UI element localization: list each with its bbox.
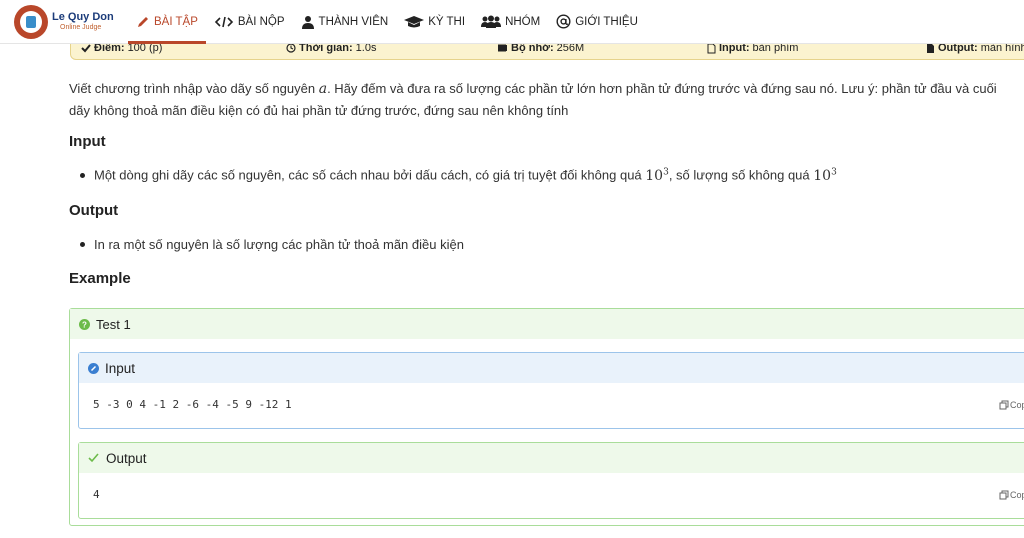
- test-header[interactable]: ? Test 1: [70, 309, 1024, 339]
- at-icon: [556, 14, 571, 29]
- nav-bai-tap[interactable]: BÀI TẬP: [128, 0, 206, 44]
- memory-icon: [498, 44, 507, 52]
- file-filled-icon: [927, 43, 934, 53]
- output-panel: Output ⌵ 4 Copy: [78, 442, 1024, 519]
- nav-nhom[interactable]: NHÓM: [473, 0, 548, 44]
- output-panel-header[interactable]: Output ⌵: [79, 443, 1024, 473]
- top-navbar: Le Quy Don Online Judge BÀI TẬP BÀI NỘP …: [0, 0, 1024, 44]
- output-bullet: In ra một số nguyên là số lượng các phần…: [80, 237, 464, 252]
- logo-title: Le Quy Don: [52, 11, 114, 23]
- input-bullet-text-2: , số lượng số không quá: [668, 167, 814, 183]
- example-heading: Example: [69, 270, 131, 287]
- bullet-dot: [80, 242, 85, 247]
- nav-ky-thi-label: KỲ THI: [428, 15, 466, 28]
- copy-input-label: Copy: [1009, 400, 1024, 410]
- input-panel-title: Input: [105, 360, 136, 376]
- copy-output-button[interactable]: Copy: [999, 490, 1024, 500]
- problem-statement: Viết chương trình nhập vào dãy số nguyên…: [69, 78, 1019, 121]
- pencil-icon: [138, 16, 148, 27]
- nav-ky-thi[interactable]: KỲ THI: [396, 0, 473, 44]
- statement-var: a: [318, 81, 328, 97]
- nav-thanh-vien-label: THÀNH VIÊN: [318, 15, 389, 28]
- input-heading: Input: [69, 133, 106, 150]
- file-icon: [707, 43, 716, 53]
- input-math-1: 103: [645, 167, 669, 184]
- copy-input-button[interactable]: Copy: [999, 400, 1024, 410]
- input-bullet: Một dòng ghi dãy các số nguyên, các số c…: [80, 167, 837, 184]
- svg-text:?: ?: [82, 320, 87, 329]
- copy-output-label: Copy: [1009, 490, 1024, 500]
- nav-bai-nop[interactable]: BÀI NỘP: [206, 0, 293, 44]
- nav-bai-tap-label: BÀI TẬP: [154, 15, 198, 28]
- user-icon: [301, 15, 314, 29]
- check-icon: [88, 453, 99, 463]
- test-panel: ? Test 1 Input ⌵ 5 -3 0 4 -1 2 -6 -4 -5 …: [69, 308, 1024, 526]
- code-icon: [214, 16, 234, 27]
- check-icon: [81, 44, 91, 53]
- clock-icon: [286, 43, 296, 53]
- nav-bai-nop-label: BÀI NỘP: [237, 15, 285, 28]
- logo-subtitle: Online Judge: [60, 24, 102, 31]
- question-circle-icon: ?: [79, 318, 90, 330]
- info-circle-icon: [88, 362, 99, 374]
- logo-emblem-icon: [14, 4, 48, 39]
- input-panel: Input ⌵ 5 -3 0 4 -1 2 -6 -4 -5 9 -12 1 C…: [78, 352, 1024, 429]
- nav-thanh-vien[interactable]: THÀNH VIÊN: [293, 0, 397, 44]
- graduation-cap-icon: [404, 15, 425, 27]
- nav-nhom-label: NHÓM: [505, 15, 541, 28]
- sample-input-value: 5 -3 0 4 -1 2 -6 -4 -5 9 -12 1: [93, 398, 292, 411]
- copy-icon: [999, 490, 1009, 500]
- output-heading: Output: [69, 202, 119, 219]
- site-logo[interactable]: Le Quy Don Online Judge: [0, 4, 128, 39]
- statement-text-1: Viết chương trình nhập vào dãy số nguyên: [69, 81, 319, 96]
- bullet-dot: [80, 172, 85, 178]
- nav-gioi-thieu[interactable]: GIỚI THIỆU: [548, 0, 646, 44]
- test-title: Test 1: [96, 316, 131, 332]
- output-bullet-text: In ra một số nguyên là số lượng các phần…: [94, 237, 464, 252]
- nav-gioi-thieu-label: GIỚI THIỆU: [575, 15, 638, 28]
- input-panel-header[interactable]: Input ⌵: [79, 353, 1024, 383]
- sample-output-value: 4: [93, 488, 100, 501]
- input-bullet-text-1: Một dòng ghi dãy các số nguyên, các số c…: [94, 167, 646, 183]
- input-math-2: 103: [813, 167, 837, 184]
- output-panel-title: Output: [106, 450, 147, 466]
- copy-icon: [999, 400, 1009, 410]
- users-icon: [481, 15, 502, 28]
